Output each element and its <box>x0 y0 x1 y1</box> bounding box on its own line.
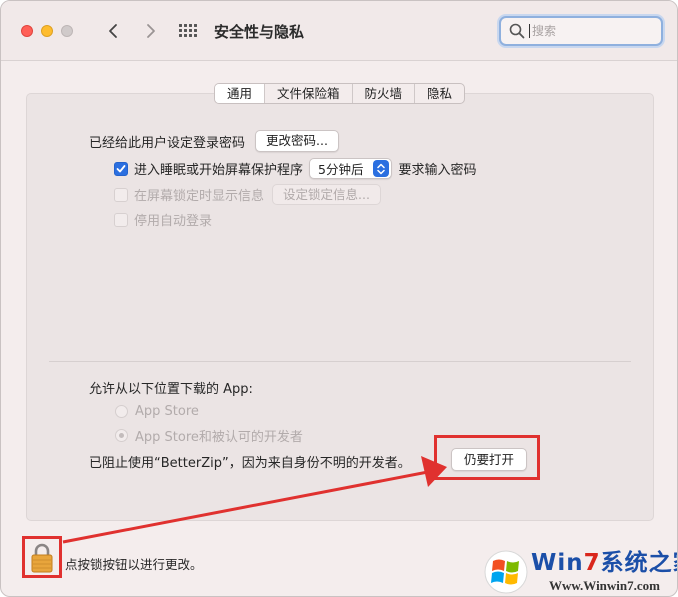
preferences-window: 安全性与隐私 通用 文件保险箱 防火墙 隐私 已经给此用户设定登录密码 更改密码… <box>0 0 678 597</box>
annotation-arrow <box>62 456 447 544</box>
watermark-url: Www.Winwin7.com <box>549 578 660 593</box>
lock-icon[interactable] <box>30 542 54 574</box>
site-watermark: Win7系统之家 Www.Winwin7.com <box>481 541 677 596</box>
lock-label: 点按锁按钮以进行更改。 <box>65 557 203 572</box>
watermark-brand: Win7系统之家 <box>531 550 677 576</box>
windows-logo-icon <box>484 550 528 594</box>
